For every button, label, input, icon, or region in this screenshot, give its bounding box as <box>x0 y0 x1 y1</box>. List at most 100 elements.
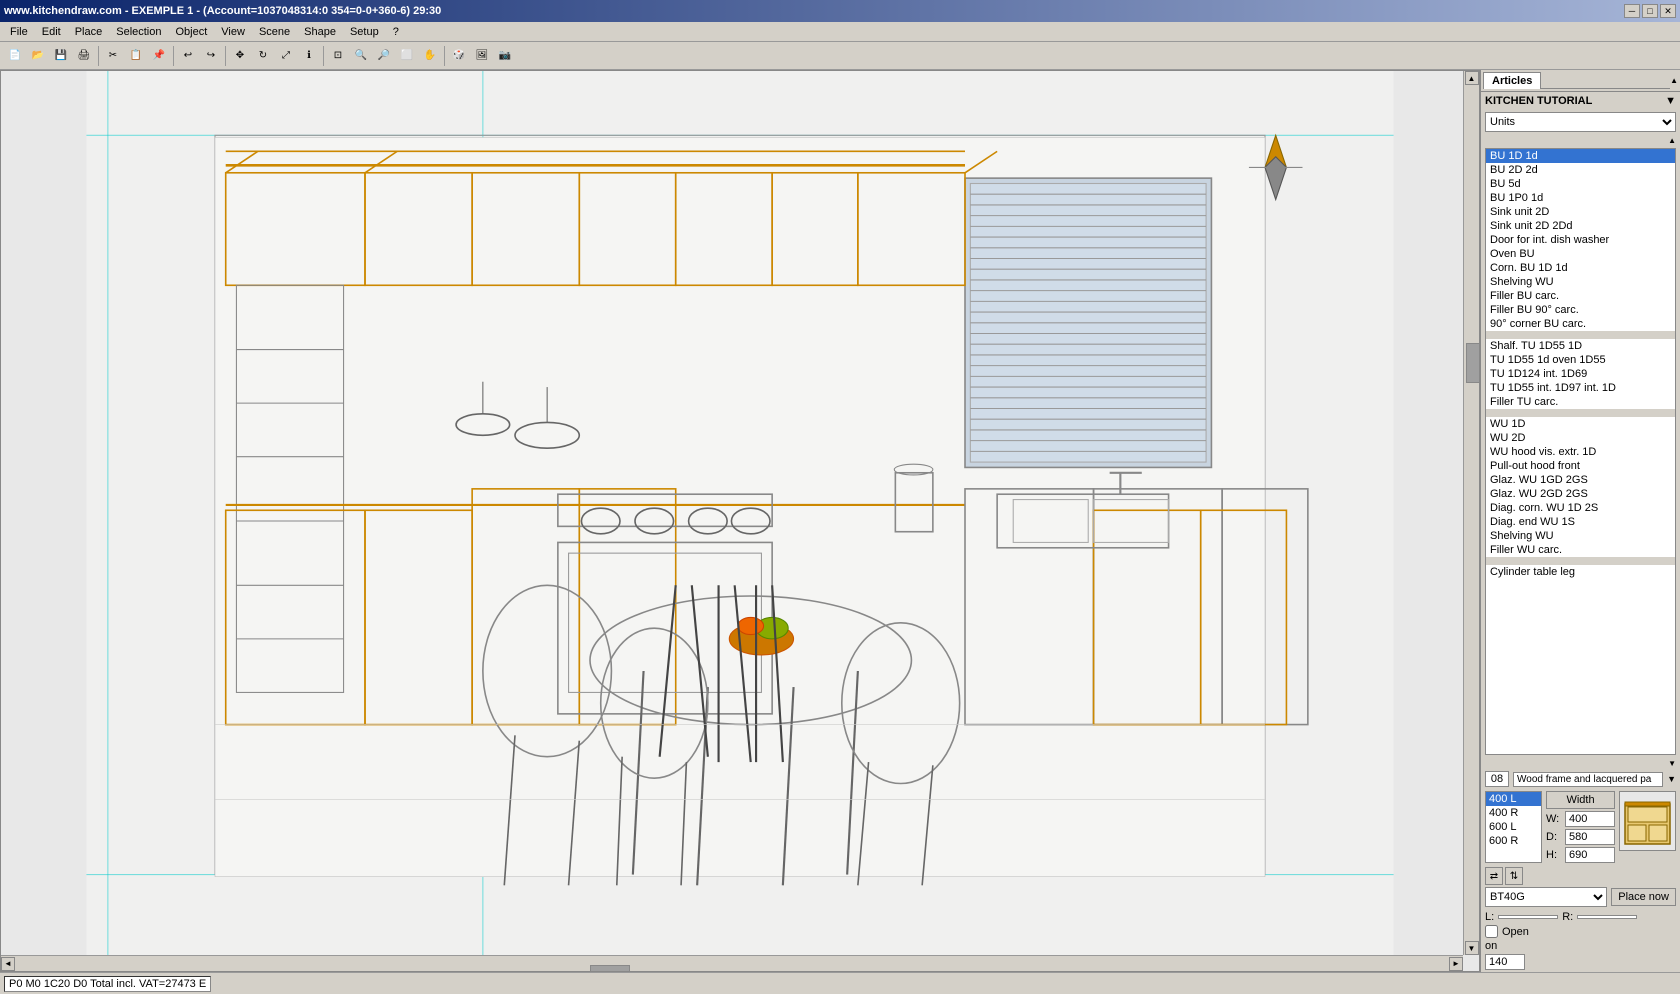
menu-item-?[interactable]: ? <box>387 25 405 39</box>
paste-button[interactable]: 📌 <box>148 45 170 67</box>
list-item[interactable]: Diag. corn. WU 1D 2S <box>1486 501 1675 515</box>
list-item[interactable]: Sink unit 2D 2Dd <box>1486 219 1675 233</box>
list-item[interactable]: TU 1D55 1d oven 1D55 <box>1486 353 1675 367</box>
panel-scroll-up-icon[interactable]: ▲ <box>1670 75 1678 87</box>
menu-item-setup[interactable]: Setup <box>344 25 385 39</box>
render-button[interactable]: 🖼 <box>471 45 493 67</box>
num-value-row: 140 <box>1485 954 1676 970</box>
list-item[interactable]: TU 1D55 int. 1D97 int. 1D <box>1486 381 1675 395</box>
undo-button[interactable]: ↩ <box>177 45 199 67</box>
list-item[interactable]: Shelving WU <box>1486 529 1675 543</box>
menu-item-edit[interactable]: Edit <box>36 25 67 39</box>
scroll-down-arrow[interactable]: ▼ <box>1465 941 1479 955</box>
h-scroll-thumb[interactable] <box>590 965 630 973</box>
redo-button[interactable]: ↪ <box>200 45 222 67</box>
zoom-fit-button[interactable]: ⊡ <box>327 45 349 67</box>
new-button[interactable]: 📄 <box>4 45 26 67</box>
list-item[interactable]: BU 5d <box>1486 177 1675 191</box>
size-item[interactable]: 400 L <box>1486 792 1541 806</box>
menu-item-scene[interactable]: Scene <box>253 25 296 39</box>
zoom-out-button[interactable]: 🔎 <box>373 45 395 67</box>
size-options: 400 L400 R600 L600 R Width W: 400 D: 580… <box>1485 791 1676 863</box>
camera-button[interactable]: 📷 <box>494 45 516 67</box>
w-label: W: <box>1546 813 1561 825</box>
list-item[interactable]: BU 1P0 1d <box>1486 191 1675 205</box>
vertical-scrollbar[interactable]: ▲ ▼ <box>1463 71 1479 955</box>
list-scroll-up[interactable]: ▲ <box>1668 134 1676 146</box>
d-label: D: <box>1546 831 1561 843</box>
list-item[interactable]: Glaz. WU 1GD 2GS <box>1486 473 1675 487</box>
finish-select[interactable]: BT40G <box>1485 887 1607 907</box>
list-item[interactable]: BU 2D 2d <box>1486 163 1675 177</box>
scroll-right-arrow[interactable]: ► <box>1449 957 1463 971</box>
list-item[interactable]: Oven BU <box>1486 247 1675 261</box>
list-item[interactable]: Pull-out hood front <box>1486 459 1675 473</box>
size-item[interactable]: 600 R <box>1486 834 1541 848</box>
save-button[interactable]: 💾 <box>50 45 72 67</box>
list-item[interactable]: Shalf. TU 1D55 1D <box>1486 339 1675 353</box>
size-item[interactable]: 600 L <box>1486 820 1541 834</box>
menu-item-selection[interactable]: Selection <box>110 25 167 39</box>
flip-icon[interactable]: ⇅ <box>1505 867 1523 885</box>
d-value: 580 <box>1565 829 1615 845</box>
list-item[interactable]: Filler TU carc. <box>1486 395 1675 409</box>
print-button[interactable]: 🖨 <box>73 45 95 67</box>
article-list[interactable]: BU 1D 1dBU 2D 2dBU 5dBU 1P0 1dSink unit … <box>1485 148 1676 755</box>
list-item[interactable]: Glaz. WU 2GD 2GS <box>1486 487 1675 501</box>
rotate-button[interactable]: ↻ <box>252 45 274 67</box>
list-item[interactable]: Cylinder table leg <box>1486 565 1675 579</box>
list-item[interactable]: 90° corner BU carc. <box>1486 317 1675 331</box>
list-item[interactable]: WU 1D <box>1486 417 1675 431</box>
copy-button[interactable]: 📋 <box>125 45 147 67</box>
zoom-window-button[interactable]: ⬜ <box>396 45 418 67</box>
close-button[interactable]: ✕ <box>1660 4 1676 18</box>
horizontal-scrollbar[interactable]: ◄ ► <box>1 955 1463 971</box>
mirror-icon[interactable]: ⇄ <box>1485 867 1503 885</box>
articles-tab[interactable]: Articles <box>1483 72 1541 89</box>
view3d-button[interactable]: 🎲 <box>448 45 470 67</box>
minimize-button[interactable]: ─ <box>1624 4 1640 18</box>
place-now-button[interactable]: Place now <box>1611 888 1676 906</box>
v-scroll-thumb[interactable] <box>1466 343 1480 383</box>
list-item[interactable]: Diag. end WU 1S <box>1486 515 1675 529</box>
info-button[interactable]: ℹ <box>298 45 320 67</box>
list-scroll-down[interactable]: ▼ <box>1668 757 1676 769</box>
menu-item-place[interactable]: Place <box>69 25 109 39</box>
list-item[interactable]: Shelving WU <box>1486 275 1675 289</box>
list-item[interactable]: WU 2D <box>1486 431 1675 445</box>
size-list: 400 L400 R600 L600 R <box>1485 791 1542 863</box>
width-button[interactable]: Width <box>1546 791 1615 809</box>
maximize-button[interactable]: □ <box>1642 4 1658 18</box>
list-item[interactable]: Door for int. dish washer <box>1486 233 1675 247</box>
list-item[interactable]: BU 1D 1d <box>1486 149 1675 163</box>
menu-item-object[interactable]: Object <box>170 25 214 39</box>
kitchen-title-arrow[interactable]: ▼ <box>1665 95 1676 107</box>
menu-item-shape[interactable]: Shape <box>298 25 342 39</box>
list-item[interactable]: Filler WU carc. <box>1486 543 1675 557</box>
menu-item-file[interactable]: File <box>4 25 34 39</box>
size-item[interactable]: 400 R <box>1486 806 1541 820</box>
list-item[interactable]: TU 1D124 int. 1D69 <box>1486 367 1675 381</box>
pan-button[interactable]: ✋ <box>419 45 441 67</box>
list-item[interactable]: Sink unit 2D <box>1486 205 1675 219</box>
num-input[interactable]: 140 <box>1485 954 1525 970</box>
list-separator <box>1486 409 1675 417</box>
list-item[interactable]: WU hood vis. extr. 1D <box>1486 445 1675 459</box>
viewport[interactable]: ◄ ► ▲ ▼ <box>0 70 1480 972</box>
open-row: Open <box>1485 925 1676 938</box>
article-dropdown-arrow[interactable]: ▼ <box>1667 774 1676 784</box>
scroll-left-arrow[interactable]: ◄ <box>1 957 15 971</box>
list-item[interactable]: Filler BU 90° carc. <box>1486 303 1675 317</box>
scale-button[interactable]: ⤢ <box>275 45 297 67</box>
list-item[interactable]: Filler BU carc. <box>1486 289 1675 303</box>
article-number: 08 <box>1485 771 1509 787</box>
open-button[interactable]: 📂 <box>27 45 49 67</box>
menu-item-view[interactable]: View <box>215 25 251 39</box>
units-select[interactable]: Units <box>1485 112 1676 132</box>
move-button[interactable]: ✥ <box>229 45 251 67</box>
zoom-in-button[interactable]: 🔍 <box>350 45 372 67</box>
scroll-up-arrow[interactable]: ▲ <box>1465 71 1479 85</box>
list-item[interactable]: Corn. BU 1D 1d <box>1486 261 1675 275</box>
cut-button[interactable]: ✂ <box>102 45 124 67</box>
open-checkbox[interactable] <box>1485 925 1498 938</box>
